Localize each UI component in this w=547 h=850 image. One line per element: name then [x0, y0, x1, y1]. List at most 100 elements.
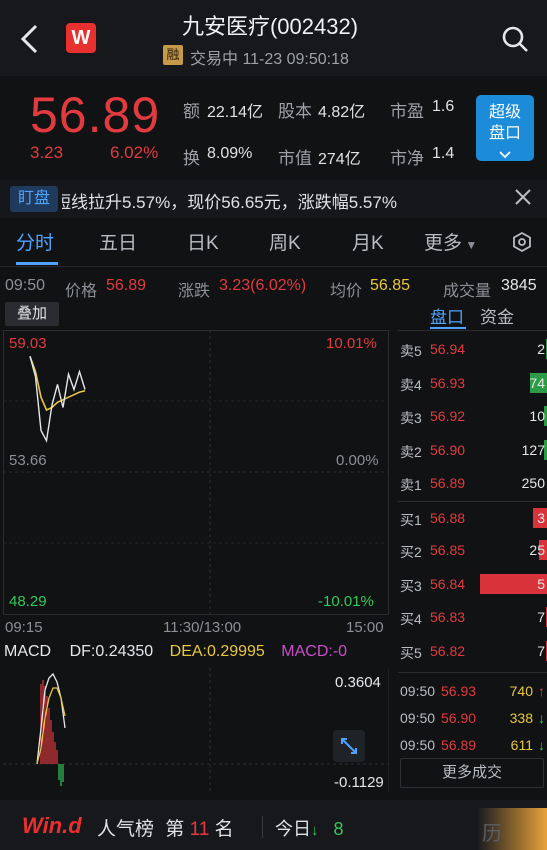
- footer-divider: [262, 816, 263, 838]
- trade-direction-icon: ↑: [538, 683, 545, 699]
- recent-trades: 09:50 56.93 740 ↑ 09:50 56.90 338 ↓ 09:50 56.89 61…: [398, 680, 547, 761]
- trade-time: 09:50: [400, 737, 436, 753]
- bid-volume: 7: [537, 609, 545, 625]
- ask-volume: 74: [529, 374, 545, 391]
- ask-row[interactable]: 卖5 56.94 2: [398, 333, 547, 367]
- stock-title: 九安医疗(002432): [181, 14, 359, 39]
- tab-more-label: 更多: [424, 233, 463, 254]
- bid-price: 56.83: [430, 609, 466, 625]
- bid-row[interactable]: 买1 56.88 3: [398, 500, 547, 535]
- popularity-label: 人气榜: [97, 819, 155, 840]
- turnover-value: 22.14亿: [207, 104, 264, 121]
- trade-price: 56.89: [441, 737, 477, 753]
- ask-price: 56.90: [430, 441, 466, 458]
- tab-weekly-k[interactable]: 周K: [269, 228, 301, 255]
- super-button-line1: 超级: [488, 104, 521, 121]
- bid-level-label: 买5: [400, 644, 422, 661]
- search-icon[interactable]: [500, 24, 530, 54]
- share-capital-label: 股本: [278, 102, 312, 121]
- ask-level-label: 卖5: [400, 343, 422, 359]
- rank-suffix: 名: [214, 819, 234, 840]
- pe-value: 1.6: [432, 98, 455, 115]
- corner-promo[interactable]: 历: [478, 808, 547, 850]
- orderbook-tab-funds[interactable]: 资金: [480, 303, 514, 328]
- price-change: 3.23: [30, 143, 64, 162]
- corner-text: 历: [482, 823, 502, 845]
- pct-axis-top: 10.01%: [326, 335, 377, 352]
- tab-more[interactable]: 更多 ▼: [424, 228, 477, 255]
- rank-value: 11: [189, 819, 210, 840]
- ask-row[interactable]: 卖3 56.92 10: [398, 400, 547, 434]
- bid-row[interactable]: 买5 56.82 7: [398, 635, 547, 669]
- more-trades-button[interactable]: 更多成交: [400, 758, 544, 788]
- bid-price: 56.88: [430, 509, 466, 526]
- caret-down-icon: ▼: [462, 238, 478, 252]
- bid-volume: 3: [537, 509, 545, 526]
- overlay-button[interactable]: 叠加: [5, 302, 59, 326]
- trade-price: 56.93: [441, 683, 477, 699]
- ask-row[interactable]: 卖1 56.89 250: [398, 467, 547, 501]
- macd-dea: 0.29995: [206, 643, 265, 660]
- rank-prefix: 第: [165, 819, 185, 840]
- trade-volume: 740: [509, 683, 533, 699]
- info-change-label: 涨跌: [178, 283, 211, 300]
- pb-label: 市净: [390, 149, 424, 168]
- watch-tag: 盯盘: [10, 186, 58, 212]
- y-axis-bottom: 48.29: [9, 593, 47, 610]
- bid-price: 56.85: [430, 542, 466, 558]
- orderbook-tab-indicator: [430, 327, 466, 329]
- trade-direction-icon: ↓: [538, 737, 545, 753]
- footer-bar: [0, 800, 547, 850]
- bid-level-label: 买4: [400, 611, 422, 627]
- margin-badge: 融: [163, 45, 183, 65]
- bid-volume: 7: [537, 642, 545, 659]
- super-orderbook-button[interactable]: 超级 盘口: [476, 95, 534, 161]
- trade-row: 09:50 56.90 338 ↓: [398, 707, 547, 734]
- macd-y-top: 0.3604: [335, 674, 381, 691]
- marquee-viewport: 短线拉升5.57%，现价56.65元，涨跌幅5.57%: [62, 180, 502, 218]
- tab-daily-k[interactable]: 日K: [187, 228, 219, 255]
- pct-axis-mid: 0.00%: [336, 452, 379, 469]
- close-icon[interactable]: [512, 186, 534, 208]
- macd-chart[interactable]: [3, 668, 389, 792]
- tab-five-day[interactable]: 五日: [99, 228, 137, 255]
- tab-monthly-k[interactable]: 月K: [352, 228, 384, 255]
- bid-volume: 25: [529, 542, 545, 558]
- bid-row[interactable]: 买4 56.83 7: [398, 601, 547, 635]
- popularity-rank[interactable]: 人气榜 第 11 名: [97, 814, 234, 841]
- ask-level-label: 卖2: [400, 443, 422, 460]
- orderbook-tab-active[interactable]: 盘口: [430, 303, 464, 328]
- pct-axis-bottom: -10.01%: [318, 593, 374, 610]
- pe-label: 市盈: [390, 102, 424, 121]
- today-rank: 今日↓ 8: [275, 815, 344, 841]
- marquee-text[interactable]: 短线拉升5.57%，现价56.65元，涨跌幅5.57%: [62, 188, 397, 213]
- bid-row[interactable]: 买2 56.85 25: [398, 534, 547, 568]
- trade-price: 56.90: [441, 710, 477, 726]
- ask-row[interactable]: 卖4 56.93 74: [398, 367, 547, 401]
- macd-df: 0.24350: [95, 643, 154, 660]
- macd-name: MACD: [4, 643, 52, 660]
- back-arrow-icon[interactable]: [18, 22, 42, 56]
- info-change: 3.23(6.02%): [219, 277, 307, 294]
- trading-status: 交易中 11-23 09:50:18: [190, 51, 349, 68]
- trade-time: 09:50: [400, 683, 436, 699]
- intraday-chart[interactable]: [3, 330, 389, 615]
- bid-row[interactable]: 买3 56.84 5: [398, 568, 547, 602]
- settings-hex-icon[interactable]: [511, 231, 533, 253]
- ask-row[interactable]: 卖2 56.90 127: [398, 434, 547, 468]
- ask-level-label: 卖4: [400, 376, 422, 393]
- info-price: 56.89: [106, 277, 147, 294]
- down-arrow-icon: ↓: [311, 822, 319, 839]
- macd-value: -0: [332, 643, 348, 660]
- trade-row: 09:50 56.89 611 ↓: [398, 734, 547, 761]
- today-value: 8: [333, 819, 344, 839]
- expand-button[interactable]: [333, 730, 365, 762]
- ask-volume: 10: [529, 408, 545, 424]
- ask-level-label: 卖3: [400, 410, 422, 426]
- bid-level-label: 买3: [400, 577, 422, 594]
- ask-volume: 127: [521, 441, 545, 458]
- tab-intraday[interactable]: 分时: [16, 228, 54, 255]
- wind-logo-icon: W: [66, 23, 96, 53]
- chevron-down-icon: [499, 151, 511, 159]
- y-axis-mid: 53.66: [9, 452, 47, 469]
